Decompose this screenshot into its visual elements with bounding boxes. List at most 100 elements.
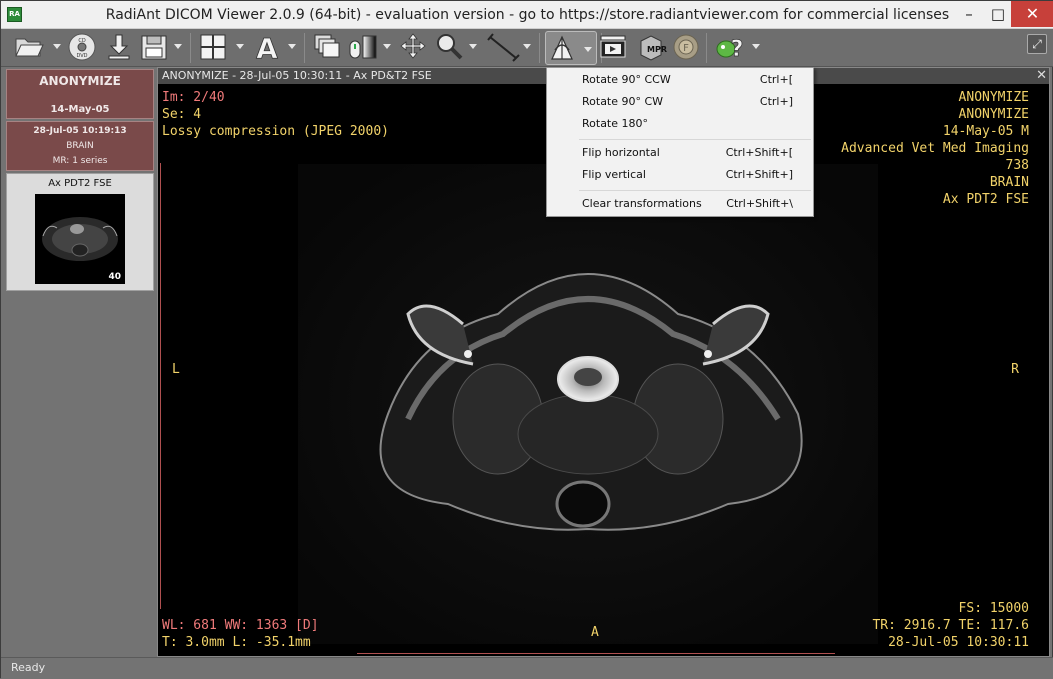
overlay-thickness-location: T: 3.0mm L: -35.1mm bbox=[162, 635, 311, 650]
svg-text:?: ? bbox=[731, 37, 744, 62]
series-thumbnail-image: 40 bbox=[35, 194, 125, 284]
help-dropdown-arrow[interactable] bbox=[752, 44, 760, 49]
overlay-window-level: WL: 681 WW: 1363 [D] bbox=[162, 618, 319, 633]
menu-item-label: Flip vertical bbox=[582, 168, 646, 181]
svg-text:F: F bbox=[683, 43, 689, 54]
menu-item-flip-vertical[interactable]: Flip vertical Ctrl+Shift+] bbox=[549, 164, 811, 186]
download-icon bbox=[108, 34, 130, 60]
viewport-title: ANONYMIZE - 28-Jul-05 10:30:11 - Ax PD&T… bbox=[162, 69, 432, 82]
transform-menu: Rotate 90° CCW Ctrl+[ Rotate 90° CW Ctrl… bbox=[546, 67, 814, 217]
toolbar-separator bbox=[304, 33, 305, 63]
study-modality: MR: 1 series bbox=[52, 156, 108, 166]
fusion-button[interactable]: F bbox=[671, 31, 701, 65]
annotations-button[interactable]: A bbox=[251, 31, 285, 66]
transform-dropdown-arrow[interactable] bbox=[584, 47, 592, 52]
orientation-bottom-label: A bbox=[591, 625, 599, 640]
menu-item-shortcut: Ctrl+Shift+] bbox=[725, 168, 793, 181]
layout-button[interactable] bbox=[197, 31, 231, 65]
window-level-button[interactable] bbox=[347, 31, 379, 65]
menu-item-shortcut: Ctrl+] bbox=[759, 95, 793, 108]
window-level-dropdown-arrow[interactable] bbox=[383, 44, 391, 49]
toolbar-separator bbox=[706, 33, 707, 63]
orientation-right-label: R bbox=[1011, 362, 1019, 377]
app-window: R A RadiAnt DICOM Viewer 2.0.9 (64-bit) -… bbox=[0, 0, 1053, 679]
menu-item-label: Rotate 180° bbox=[582, 117, 649, 130]
toolbar-separator bbox=[539, 33, 540, 63]
title-bar: RA RadiAnt DICOM Viewer 2.0.9 (64-bit) -… bbox=[1, 1, 1053, 29]
patient-card[interactable]: ANONYMIZE 14-May-05 bbox=[6, 69, 154, 119]
status-text: Ready bbox=[11, 661, 46, 674]
overlay-image-index: Im: 2/40 bbox=[162, 90, 225, 105]
folder-icon bbox=[15, 38, 44, 57]
mouse-contrast-icon bbox=[349, 35, 377, 59]
fullscreen-button[interactable]: ⤢ bbox=[1027, 34, 1047, 54]
floppy-icon bbox=[141, 35, 167, 60]
overlay-study-description: BRAIN bbox=[989, 175, 1029, 190]
patient-birth-date: 14-May-05 bbox=[50, 104, 110, 115]
film-icon bbox=[600, 35, 626, 58]
overlay-patient-id: ANONYMIZE bbox=[958, 107, 1029, 122]
stack-icon bbox=[314, 34, 340, 58]
window-title: RadiAnt DICOM Viewer 2.0.9 (64-bit) - ev… bbox=[105, 7, 950, 23]
transform-button[interactable] bbox=[545, 31, 597, 65]
menu-item-rotate-180[interactable]: Rotate 180° bbox=[549, 113, 811, 135]
toolbar-separator bbox=[190, 33, 191, 63]
cine-button[interactable] bbox=[597, 31, 631, 65]
svg-text:CD: CD bbox=[78, 38, 85, 44]
svg-text:DVD: DVD bbox=[76, 53, 87, 59]
layout-dropdown-arrow[interactable] bbox=[236, 44, 244, 49]
menu-item-shortcut: Ctrl+[ bbox=[759, 73, 793, 86]
help-button[interactable]: ? bbox=[713, 31, 747, 65]
menu-item-rotate-cw[interactable]: Rotate 90° CW Ctrl+] bbox=[549, 91, 811, 113]
close-button[interactable]: ✕ bbox=[1011, 1, 1053, 27]
status-bar: Ready bbox=[1, 657, 1053, 679]
grid-layout-icon bbox=[200, 34, 226, 60]
menu-item-label: Rotate 90° CW bbox=[582, 95, 664, 108]
study-card[interactable]: 28-Jul-05 10:19:13 BRAIN MR: 1 series bbox=[6, 121, 154, 171]
patient-name: ANONYMIZE bbox=[39, 74, 121, 88]
fusion-icon: F bbox=[673, 34, 699, 60]
horizontal-scale-ruler bbox=[357, 653, 835, 654]
overlay-tr-te: TR: 2916.7 TE: 117.6 bbox=[872, 618, 1029, 633]
menu-item-rotate-ccw[interactable]: Rotate 90° CCW Ctrl+[ bbox=[549, 69, 811, 91]
viewport-close-icon[interactable]: ✕ bbox=[1036, 68, 1047, 84]
open-button[interactable] bbox=[13, 31, 51, 65]
cd-button[interactable]: CD DVD bbox=[65, 31, 101, 65]
zoom-dropdown-arrow[interactable] bbox=[469, 44, 477, 49]
mri-slice-image bbox=[298, 164, 878, 644]
study-description: BRAIN bbox=[66, 141, 94, 151]
measure-button[interactable] bbox=[485, 31, 521, 65]
download-button[interactable] bbox=[105, 31, 135, 65]
zoom-button[interactable] bbox=[433, 31, 465, 65]
minimize-button[interactable]: – bbox=[956, 1, 982, 27]
overlay-series-description: Ax PDT2 FSE bbox=[942, 192, 1029, 207]
study-datetime: 28-Jul-05 10:19:13 bbox=[33, 126, 127, 136]
series-button[interactable] bbox=[311, 31, 345, 65]
maximize-button[interactable]: □ bbox=[985, 1, 1011, 27]
overlay-compression: Lossy compression (JPEG 2000) bbox=[162, 124, 389, 139]
vertical-scale-ruler bbox=[160, 163, 161, 609]
mpr-button[interactable]: MPR bbox=[635, 31, 667, 65]
open-dropdown-arrow[interactable] bbox=[53, 44, 61, 49]
cd-dvd-icon: CD DVD bbox=[68, 33, 96, 61]
menu-item-label: Flip horizontal bbox=[582, 146, 660, 159]
save-dropdown-arrow[interactable] bbox=[174, 44, 182, 49]
menu-separator bbox=[579, 190, 811, 191]
menu-item-label: Rotate 90° CCW bbox=[582, 73, 671, 86]
pan-button[interactable] bbox=[397, 31, 429, 65]
overlay-accession: 738 bbox=[1005, 158, 1029, 173]
save-button[interactable] bbox=[139, 31, 169, 65]
menu-item-shortcut: Ctrl+Shift+[ bbox=[725, 146, 793, 159]
annotations-dropdown-arrow[interactable] bbox=[288, 44, 296, 49]
mpr-cube-icon: MPR bbox=[640, 35, 667, 61]
menu-item-clear-transformations[interactable]: Clear transformations Ctrl+Shift+\ bbox=[549, 193, 811, 215]
overlay-acquisition-datetime: 28-Jul-05 10:30:11 bbox=[888, 635, 1029, 650]
svg-text:MPR: MPR bbox=[647, 45, 667, 54]
series-image-count: 40 bbox=[108, 272, 121, 282]
menu-item-flip-horizontal[interactable]: Flip horizontal Ctrl+Shift+[ bbox=[549, 142, 811, 164]
overlay-series-number: Se: 4 bbox=[162, 107, 202, 122]
measure-dropdown-arrow[interactable] bbox=[523, 44, 531, 49]
move-icon bbox=[400, 33, 426, 59]
series-thumbnail-card[interactable]: Ax PDT2 FSE 40 bbox=[6, 173, 154, 291]
menu-item-label: Clear transformations bbox=[582, 197, 702, 210]
